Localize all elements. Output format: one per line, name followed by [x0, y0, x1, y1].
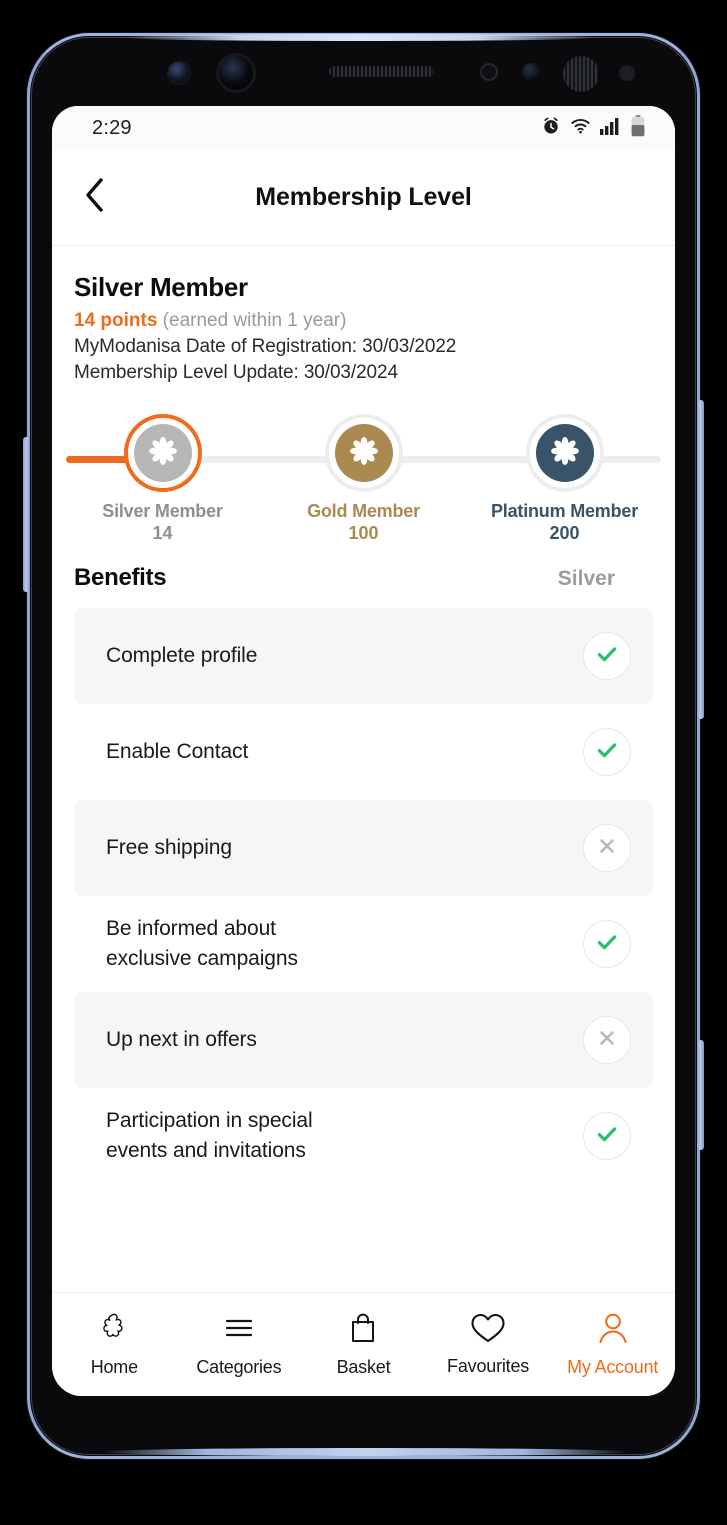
benefits-list: Complete profile Enable Contact Free shi… [52, 608, 675, 1184]
level-label: Platinum Member [490, 501, 639, 521]
check-icon [594, 641, 620, 672]
status-badge [583, 1016, 631, 1064]
registration-date: MyModanisa Date of Registration: 30/03/2… [74, 336, 457, 357]
front-camera-icon [168, 62, 190, 84]
earpiece-speaker [329, 66, 434, 77]
flower-badge-icon [148, 436, 178, 471]
level-points: 200 [549, 523, 580, 543]
level-gold[interactable]: Gold Member 100 [263, 414, 464, 544]
nav-item-favourites[interactable]: Favourites [426, 1312, 551, 1377]
status-badge [583, 728, 631, 776]
silver-badge-ring [123, 414, 202, 492]
speaker-mesh [563, 56, 599, 92]
page-title: Membership Level [255, 183, 472, 211]
light-sensor [522, 63, 540, 81]
proximity-sensor [482, 65, 496, 79]
table-row[interactable]: Up next in offers [74, 992, 653, 1088]
table-row[interactable]: Participation in special events and invi… [74, 1088, 653, 1184]
table-row[interactable]: Complete profile [74, 608, 653, 704]
volume-button[interactable] [23, 437, 30, 592]
heart-icon [470, 1312, 506, 1349]
member-points-note: (earned within 1 year) [157, 310, 347, 331]
status-badge [583, 632, 631, 680]
side-button-lower[interactable] [697, 1040, 704, 1150]
nav-item-basket[interactable]: Basket [301, 1311, 426, 1378]
level-label: Gold Member [307, 501, 420, 521]
level-silver[interactable]: Silver Member 14 [62, 414, 263, 544]
alarm-icon [541, 116, 561, 141]
benefit-label: Enable Contact [106, 739, 249, 763]
sensor-dot [619, 65, 635, 81]
shopping-bag-icon [347, 1311, 379, 1350]
power-button[interactable] [697, 400, 704, 528]
flower-home-icon [97, 1311, 131, 1350]
nav-label: Home [90, 1357, 138, 1377]
benefit-label: Complete profile [106, 643, 258, 667]
app-header: Membership Level [52, 150, 675, 246]
person-icon [596, 1311, 630, 1350]
status-bar-time: 2:29 [92, 116, 132, 139]
secondary-camera-icon [219, 56, 253, 90]
nav-label: Categories [196, 1357, 282, 1377]
nav-label: Basket [336, 1357, 391, 1377]
nav-item-my-account[interactable]: My Account [550, 1311, 675, 1378]
phone-screen: 2:29 Membership Level Silver Member 14 p… [52, 106, 675, 1396]
member-level-name: Silver Member [74, 272, 248, 302]
platinum-badge-ring [525, 414, 604, 492]
platinum-badge-disc [535, 424, 594, 482]
close-icon [596, 835, 618, 862]
benefit-label: Free shipping [106, 835, 232, 859]
member-summary: Silver Member 14 points (earned within 1… [52, 246, 675, 384]
benefits-title: Benefits [74, 564, 167, 591]
benefit-label: Up next in offers [106, 1027, 257, 1051]
member-points-value: 14 points [74, 310, 158, 331]
membership-progress: Silver Member 14 Gold Member 100 Platinu… [52, 414, 675, 546]
back-button[interactable] [68, 171, 122, 225]
benefits-header: Benefits Silver [52, 552, 675, 592]
status-badge [583, 920, 631, 968]
member-points-line: 14 points (earned within 1 year) [74, 310, 653, 332]
nav-label: My Account [567, 1357, 659, 1377]
gold-badge-disc [334, 424, 393, 482]
silver-badge-disc [133, 424, 192, 482]
close-icon [596, 1027, 618, 1054]
level-points: 100 [348, 523, 379, 543]
flower-badge-icon [349, 436, 379, 471]
benefit-label: Participation in special events and invi… [106, 1108, 313, 1162]
battery-icon [631, 114, 645, 142]
table-row[interactable]: Free shipping [74, 800, 653, 896]
check-icon [594, 929, 620, 960]
benefit-label: Be informed about exclusive campaigns [106, 916, 298, 970]
nav-label: Favourites [447, 1356, 530, 1376]
level-row: Silver Member 14 Gold Member 100 Platinu… [62, 414, 665, 544]
table-row[interactable]: Enable Contact [74, 704, 653, 800]
level-points: 14 [152, 523, 173, 543]
table-row[interactable]: Be informed about exclusive campaigns [74, 896, 653, 992]
volume-up-button[interactable] [697, 519, 704, 719]
hamburger-menu-icon [222, 1311, 256, 1350]
check-icon [594, 737, 620, 768]
wifi-icon [570, 116, 591, 141]
nav-item-home[interactable]: Home [52, 1311, 177, 1378]
flower-badge-icon [550, 436, 580, 471]
status-badge [583, 824, 631, 872]
scroll-content[interactable]: Silver Member 14 points (earned within 1… [52, 246, 675, 1292]
level-label: Silver Member [102, 501, 223, 521]
gold-badge-ring [324, 414, 403, 492]
check-icon [594, 1121, 620, 1152]
status-bar: 2:29 [52, 106, 675, 150]
level-update-date: Membership Level Update: 30/03/2024 [74, 362, 398, 383]
status-bar-icons [541, 114, 645, 142]
cellular-signal-icon [600, 117, 622, 140]
nav-item-categories[interactable]: Categories [177, 1311, 302, 1378]
bottom-navigation: Home Categories Basket Favourites My Acc… [52, 1292, 675, 1396]
benefits-column-label: Silver [557, 567, 615, 590]
chevron-left-icon [81, 177, 109, 218]
status-badge [583, 1112, 631, 1160]
level-platinum[interactable]: Platinum Member 200 [464, 414, 665, 544]
